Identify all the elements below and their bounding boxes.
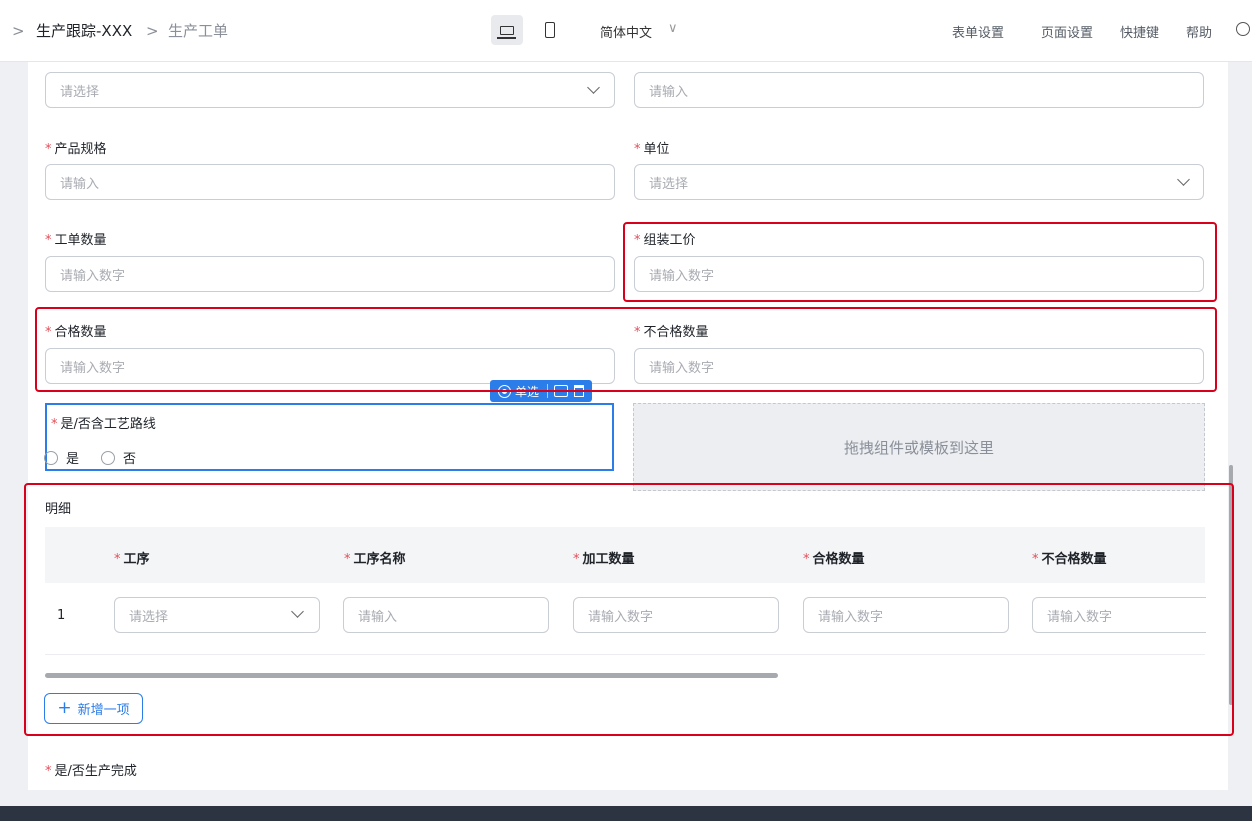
radio-group: 是 否 [44, 448, 136, 467]
breadcrumb-page[interactable]: 生产工单 [168, 20, 228, 41]
shortcuts-link[interactable]: 快捷键 [1120, 22, 1159, 41]
field-label-unit: * 单位 [634, 142, 670, 157]
desktop-view-button[interactable] [491, 15, 523, 45]
highlight-box [24, 483, 1234, 736]
order-qty-input[interactable]: 请输入数字 [45, 256, 615, 292]
field-label-spec: * 产品规格 [45, 142, 107, 157]
search-icon[interactable] [1236, 22, 1250, 36]
field-label-order-qty: * 工单数量 [45, 233, 107, 248]
top-right-input[interactable]: 请输入 [634, 72, 1204, 108]
top-left-select[interactable]: 请选择 [45, 72, 615, 108]
laptop-icon [497, 25, 516, 39]
radio-no-label: 否 [123, 452, 137, 467]
select-placeholder: 请选择 [60, 84, 100, 100]
help-link[interactable]: 帮助 [1186, 22, 1212, 41]
chevron-right-icon: > [146, 22, 159, 40]
highlight-box [35, 307, 1217, 392]
radio-yes-label: 是 [66, 452, 80, 467]
drop-zone[interactable]: 拖拽组件或模板到这里 [633, 403, 1205, 491]
page-settings-link[interactable]: 页面设置 [1041, 22, 1093, 41]
phone-icon [545, 22, 555, 38]
radio-yes[interactable] [44, 450, 58, 465]
unit-select[interactable]: 请选择 [634, 164, 1204, 200]
chevron-right-icon: > [12, 22, 25, 40]
field-label-has-route: * 是/否含工艺路线 [51, 417, 156, 432]
top-bar: > 生产跟踪-XXX > 生产工单 简体中文 ∨ 表单设置 页面设置 快捷键 帮… [0, 0, 1252, 62]
field-label-production-done: * 是/否生产完成 [45, 764, 137, 779]
input-placeholder: 请输入 [649, 84, 689, 100]
spec-input[interactable]: 请输入 [45, 164, 615, 200]
os-taskbar [0, 806, 1252, 821]
highlight-box [623, 222, 1217, 302]
form-settings-link[interactable]: 表单设置 [952, 22, 1004, 41]
breadcrumb-app[interactable]: 生产跟踪-XXX [36, 20, 132, 41]
mobile-view-button[interactable] [534, 15, 566, 45]
chevron-down-icon: ∨ [668, 21, 678, 36]
language-select[interactable]: 简体中文 [600, 22, 652, 41]
radio-no[interactable] [101, 450, 116, 465]
